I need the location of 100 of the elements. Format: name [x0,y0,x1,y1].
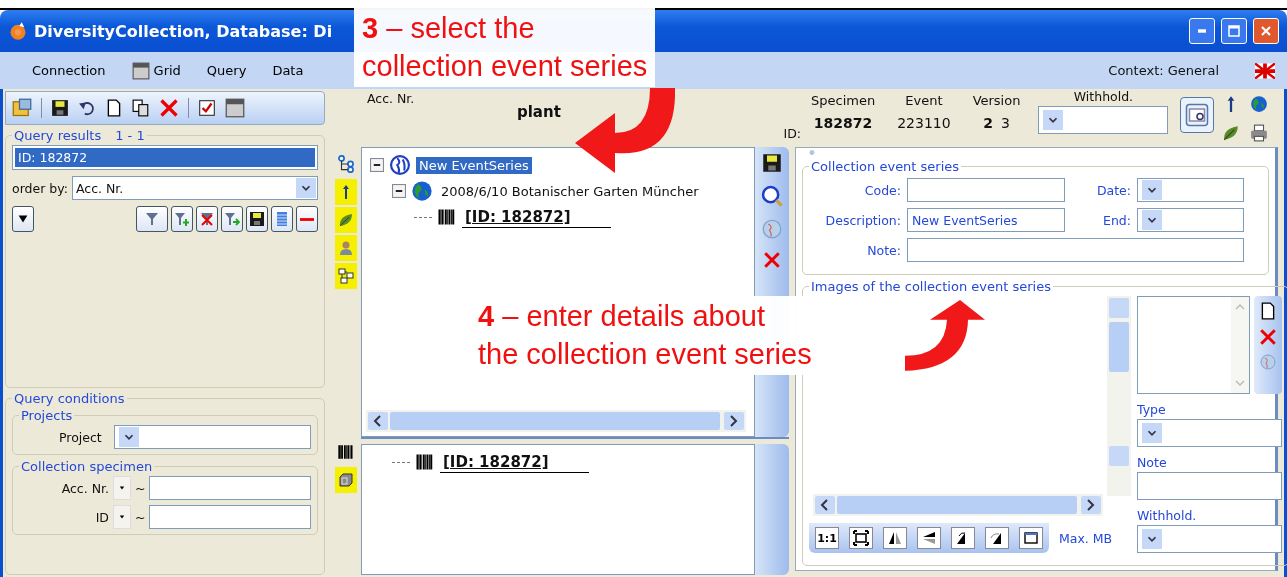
field-label: ID [94,509,109,525]
person-button[interactable] [335,235,357,261]
rotate-button[interactable] [985,527,1009,549]
filter-remove-button[interactable] [196,206,218,232]
id-value: 223110 [897,115,951,131]
group-title: Collection specimen [20,459,154,474]
dropdown[interactable] [1137,419,1282,447]
barcode-icon [337,443,355,461]
date-dropdown[interactable] [1137,208,1244,232]
grid-icon [225,98,245,118]
menu-item[interactable]: Data [270,61,306,80]
delete-button[interactable] [1259,328,1277,346]
globe-outline-icon [389,154,411,176]
input-field[interactable] [149,476,311,500]
hierarchy-button[interactable] [335,263,357,289]
minimize-button[interactable] [1189,18,1215,44]
input-field[interactable] [907,238,1244,262]
field-label: Withhold. [1137,508,1198,523]
tree-node[interactable]: [ID: 182872] [440,451,589,473]
filter-apply-button[interactable] [221,206,243,232]
column-label: Version [972,93,1021,108]
leaf-icon[interactable] [1222,124,1241,142]
menu-item[interactable]: Connection [30,61,108,80]
tree-node[interactable]: [ID: 182872] [462,206,611,228]
dropdown[interactable] [1137,525,1282,553]
id-value: 182872 [813,115,873,131]
undo-button[interactable] [78,99,96,117]
menu-item[interactable]: Query [204,61,249,80]
list-item[interactable]: ID: 182872 [15,148,315,167]
tree-node[interactable]: 2008/6/10 Botanischer Garten Müncher [438,182,702,200]
box-button[interactable] [335,467,357,493]
horizontal-scrollbar[interactable] [813,494,1103,516]
dropdown[interactable] [113,425,311,449]
new-button[interactable] [105,99,123,117]
field-label: Acc. Nr. [60,480,109,496]
maximize-button[interactable] [1221,18,1247,44]
field-label: Acc. Nr. [367,91,415,106]
checkbox-button[interactable] [198,99,216,117]
id-value: 3 [1000,115,1010,131]
taxon-name: plant [516,103,561,121]
new-button[interactable] [1259,302,1277,320]
column-label: Withhold. [1073,89,1134,104]
save-button[interactable] [762,153,782,173]
minimize-icon [1198,29,1206,33]
rotate-button[interactable] [951,527,975,549]
cross-icon [159,98,179,118]
flip-button[interactable] [917,527,941,549]
printer-icon[interactable] [1250,124,1269,142]
window-button[interactable] [1019,527,1043,549]
callout-text: 3 – select the collection event series [354,8,656,88]
dropdown[interactable] [1038,106,1169,134]
vertical-scrollbar[interactable] [1231,297,1249,393]
delete-button[interactable] [159,98,179,118]
north-button[interactable] [335,179,357,205]
folder-button[interactable] [12,98,32,118]
save-button[interactable] [246,206,268,232]
list-icon [274,211,290,227]
vertical-scrollbar[interactable] [1107,296,1131,496]
delete-button[interactable] [763,251,781,269]
cross-icon [763,251,781,269]
field-label: Project [59,429,102,445]
document-icon [1259,302,1277,320]
minus-box-icon[interactable] [370,158,384,172]
close-button[interactable] [1253,18,1279,44]
flag-icon[interactable] [1255,62,1275,79]
fit-frame-icon [853,530,869,546]
dropdown[interactable]: Acc. Nr. [71,176,318,200]
search-button[interactable] [761,185,783,207]
funnel-icon [144,211,160,227]
minus-icon [300,217,314,221]
date-dropdown[interactable] [1137,178,1244,202]
input-field[interactable] [1137,472,1282,500]
field-label: Max. MB [1059,530,1113,546]
input-field[interactable] [907,178,1065,202]
preview-button[interactable] [1180,97,1215,133]
list-button[interactable] [271,206,293,232]
minus-box-icon[interactable] [392,184,406,198]
horizontal-scrollbar[interactable] [366,410,746,432]
remove-button[interactable] [296,206,318,232]
collapse-button[interactable] [12,206,34,232]
group-title: Images of the collection event series [810,279,1052,294]
operator-dropdown[interactable] [113,476,131,500]
flip-button[interactable] [883,527,907,549]
zoom-button[interactable]: 1:1 [815,527,839,549]
input-field[interactable] [149,505,311,529]
fit-button[interactable] [849,527,873,549]
document-icon [105,99,123,117]
funnel-cross-icon [199,211,215,227]
operator-dropdown[interactable] [113,505,131,529]
grid-button[interactable] [225,98,245,118]
flip-horizontal-icon [887,530,903,546]
filter-add-button[interactable] [171,206,193,232]
input-field[interactable]: New EventSeries [907,208,1065,232]
menu-item[interactable]: Grid [129,59,183,82]
copy-button[interactable] [132,99,150,117]
magnifier-window-icon [1185,103,1210,127]
save-button[interactable] [51,99,69,117]
tree-node[interactable]: New EventSeries [416,156,532,174]
field-label: Type [1137,402,1167,417]
filter-button[interactable] [136,206,168,232]
